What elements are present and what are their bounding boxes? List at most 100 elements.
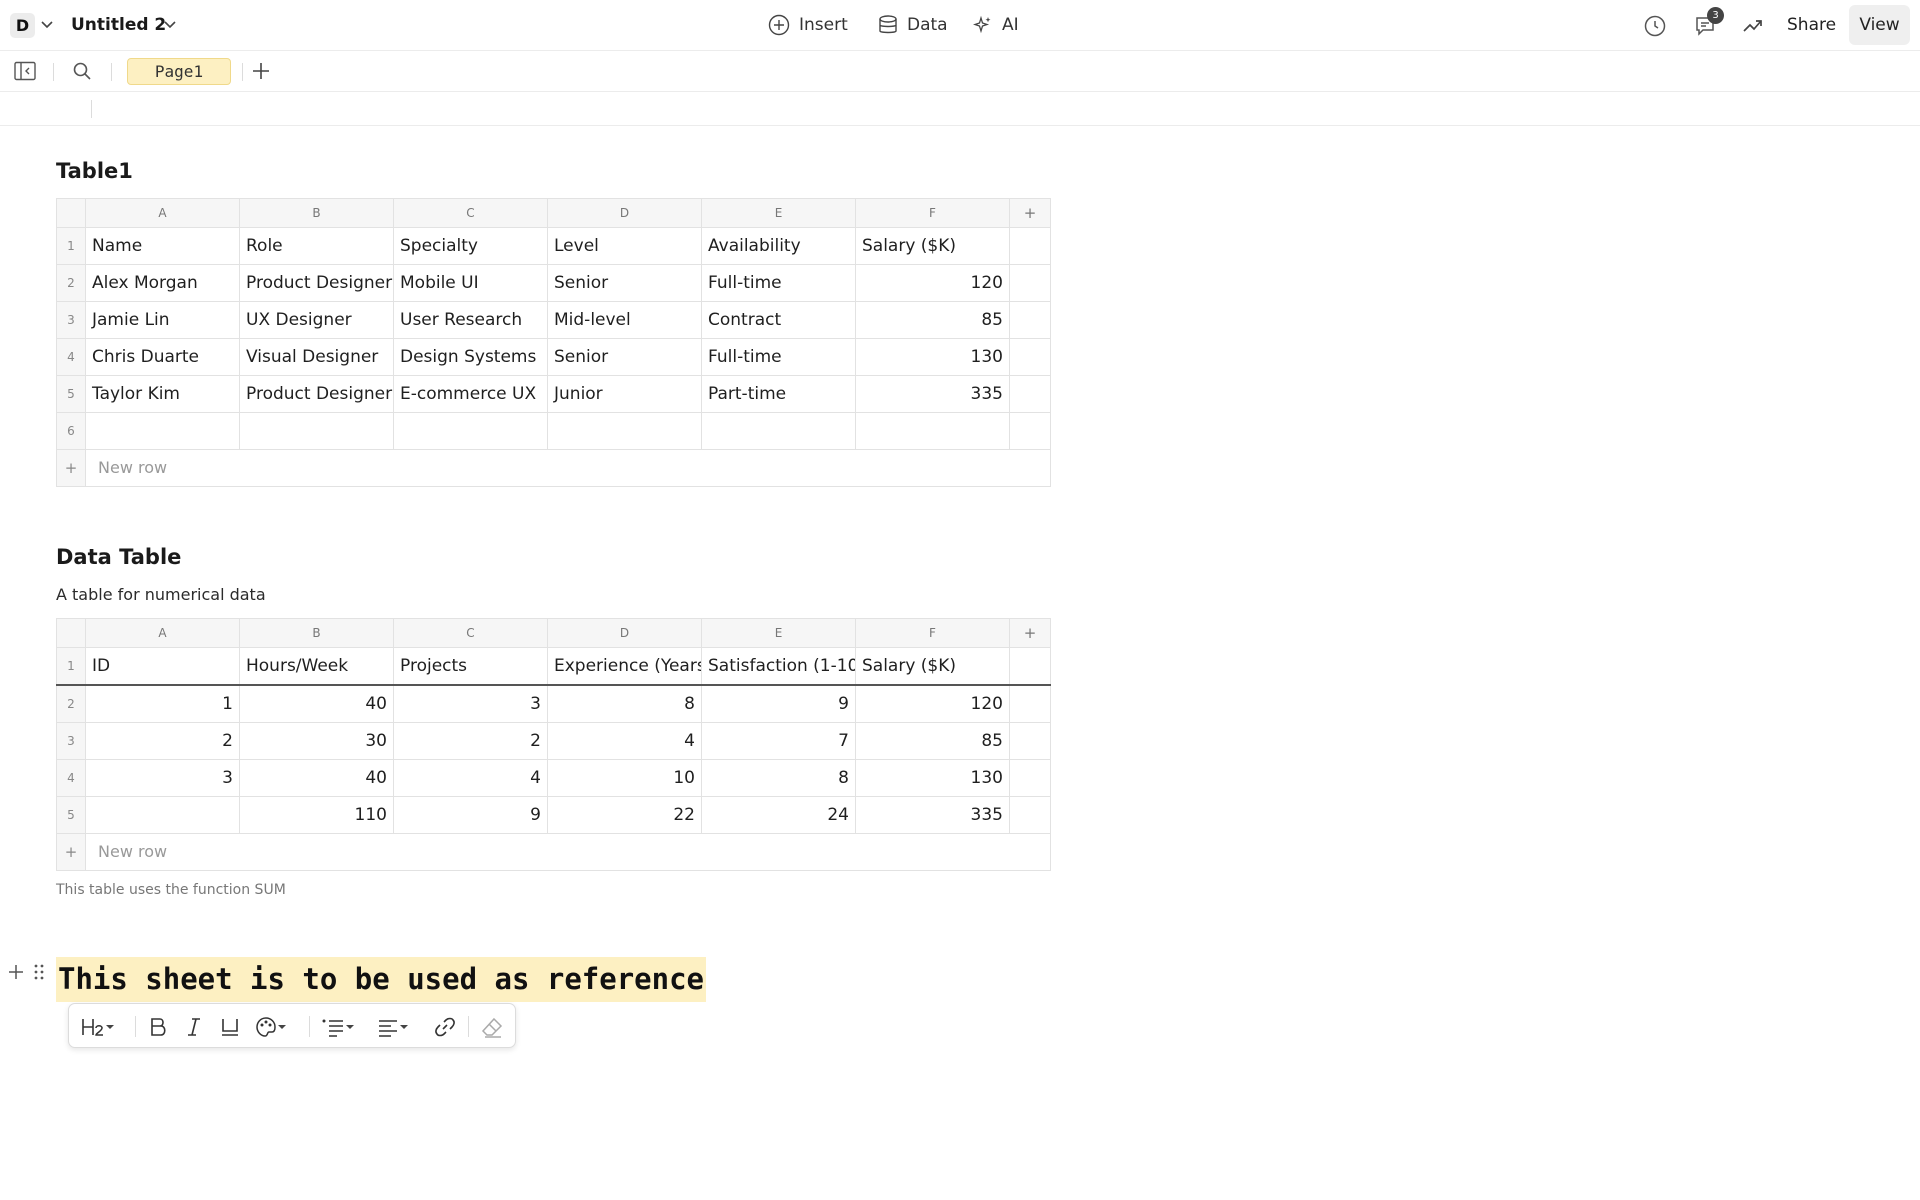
table-cell[interactable]: Senior [547,264,702,302]
table-cell[interactable]: E-commerce UX [393,375,548,413]
table-cell[interactable] [85,412,240,450]
table-cell[interactable]: Chris Duarte [85,338,240,376]
table-cell[interactable] [239,412,394,450]
table-cell[interactable]: Level [547,227,702,265]
table-cell[interactable]: 4 [393,759,548,797]
underline-button[interactable] [219,1015,241,1039]
share-button[interactable]: Share [1787,13,1836,37]
table-cell[interactable]: 8 [547,684,702,723]
clear-format-button[interactable] [481,1015,503,1039]
row-number[interactable]: 6 [56,412,86,450]
sidebar-toggle-icon[interactable] [14,61,36,81]
table-cell[interactable]: 335 [855,796,1010,834]
empty-cell[interactable] [1009,647,1051,686]
row-number[interactable]: 3 [56,301,86,339]
document-title[interactable]: Untitled 2 [71,13,166,37]
row-number[interactable]: 1 [56,647,86,686]
table-cell[interactable]: Full-time [701,338,856,376]
new-row-label[interactable]: New row [85,833,1051,871]
table-cell[interactable]: 40 [239,759,394,797]
corner-cell[interactable] [56,198,86,228]
row-number[interactable]: 1 [56,227,86,265]
history-icon[interactable] [1643,14,1667,38]
align-dropdown[interactable] [377,1015,409,1039]
italic-button[interactable] [184,1015,204,1039]
table-cell[interactable]: 85 [855,301,1010,339]
empty-cell[interactable] [1009,375,1051,413]
table-cell[interactable]: Salary ($K) [855,227,1010,265]
table-cell[interactable]: Jamie Lin [85,301,240,339]
table-cell[interactable] [547,412,702,450]
table-cell[interactable] [393,412,548,450]
table-cell[interactable]: ID [85,647,240,686]
table-cell[interactable]: 85 [855,722,1010,760]
formula-bar[interactable] [0,92,1920,126]
table-cell[interactable]: Experience (Years) [547,647,702,686]
text-color-button[interactable] [255,1015,287,1039]
column-header[interactable]: A [85,198,240,228]
table-cell[interactable]: Product Designer [239,375,394,413]
table-cell[interactable] [85,796,240,834]
column-header[interactable]: C [393,198,548,228]
empty-cell[interactable] [1009,722,1051,760]
add-column-button[interactable]: + [1009,198,1051,228]
column-header[interactable]: A [85,618,240,648]
table-cell[interactable]: User Research [393,301,548,339]
table-cell[interactable]: Contract [701,301,856,339]
table-cell[interactable]: 335 [855,375,1010,413]
new-row-button[interactable]: + New row [56,833,1051,871]
table-cell[interactable] [855,412,1010,450]
chevron-down-icon[interactable] [163,20,177,30]
add-page-icon[interactable] [251,61,271,81]
row-number[interactable]: 4 [56,338,86,376]
empty-cell[interactable] [1009,264,1051,302]
column-header[interactable]: F [855,618,1010,648]
column-header[interactable]: D [547,618,702,648]
empty-cell[interactable] [1009,759,1051,797]
table-cell[interactable]: Hours/Week [239,647,394,686]
table-cell[interactable]: 4 [547,722,702,760]
column-header[interactable]: D [547,198,702,228]
list-dropdown[interactable] [321,1015,355,1039]
table-cell[interactable]: UX Designer [239,301,394,339]
table-cell[interactable]: 120 [855,684,1010,723]
table-cell[interactable]: 8 [701,759,856,797]
chevron-down-icon[interactable] [40,20,54,30]
empty-cell[interactable] [1009,301,1051,339]
table-cell[interactable]: Satisfaction (1-10) [701,647,856,686]
new-row-button[interactable]: + New row [56,449,1051,487]
table-cell[interactable]: 2 [85,722,240,760]
ai-button[interactable]: AI [973,13,1019,37]
table-cell[interactable]: Alex Morgan [85,264,240,302]
data-button[interactable]: Data [878,13,948,37]
row-number[interactable]: 2 [56,264,86,302]
column-header[interactable]: B [239,618,394,648]
table-cell[interactable]: 9 [393,796,548,834]
table-cell[interactable]: 22 [547,796,702,834]
table-cell[interactable]: 110 [239,796,394,834]
table-cell[interactable]: 130 [855,338,1010,376]
bold-button[interactable] [148,1015,170,1039]
row-number[interactable]: 5 [56,796,86,834]
column-header[interactable]: E [701,618,856,648]
table-cell[interactable]: Mobile UI [393,264,548,302]
column-header[interactable]: B [239,198,394,228]
table-cell[interactable]: Availability [701,227,856,265]
table-cell[interactable]: 1 [85,684,240,723]
table-cell[interactable]: 10 [547,759,702,797]
table-cell[interactable]: Design Systems [393,338,548,376]
empty-cell[interactable] [1009,227,1051,265]
table-cell[interactable] [701,412,856,450]
search-icon[interactable] [72,61,92,81]
column-header[interactable]: C [393,618,548,648]
table-cell[interactable]: 7 [701,722,856,760]
table-cell[interactable]: Salary ($K) [855,647,1010,686]
table-cell[interactable]: 2 [393,722,548,760]
table-cell[interactable]: 3 [393,684,548,723]
table-cell[interactable]: 30 [239,722,394,760]
row-number[interactable]: 4 [56,759,86,797]
table-cell[interactable]: Mid-level [547,301,702,339]
column-header[interactable]: F [855,198,1010,228]
table-cell[interactable]: Senior [547,338,702,376]
corner-cell[interactable] [56,618,86,648]
